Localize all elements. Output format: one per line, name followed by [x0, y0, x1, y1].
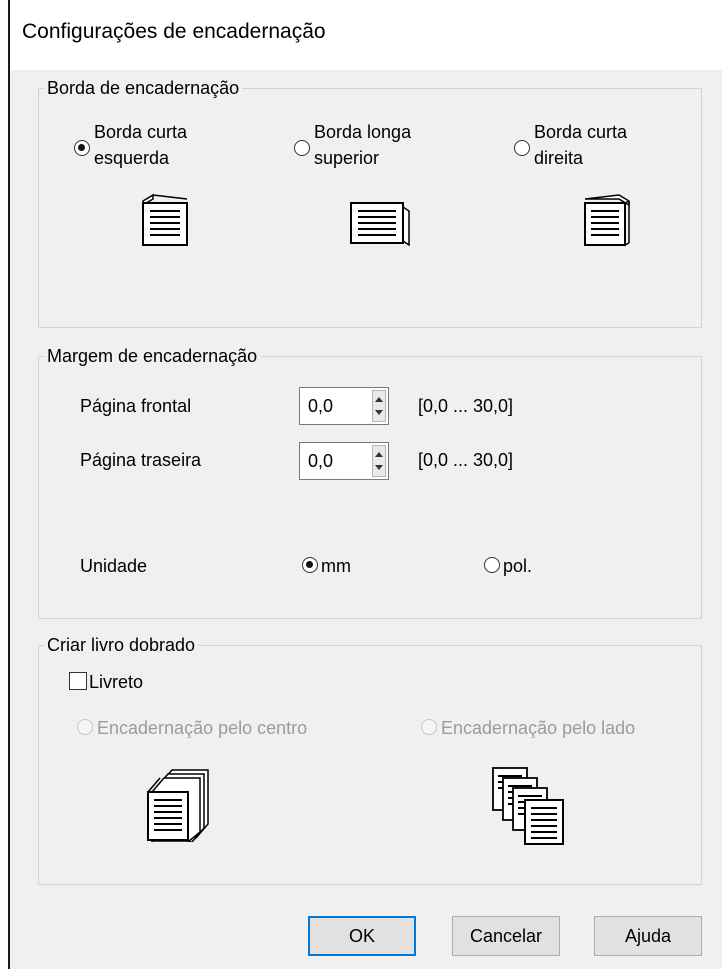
page-bound-left-icon: [139, 191, 191, 247]
binding-long-top-label-line2: superior: [314, 148, 380, 168]
binding-margin-legend: Margem de encadernação: [44, 344, 261, 368]
unit-inch-radio[interactable]: [484, 557, 500, 573]
unit-mm-radio[interactable]: [302, 557, 318, 573]
center-binding-label: Encadernação pelo centro: [97, 718, 308, 738]
binding-long-top-label-line1: Borda longa: [314, 122, 412, 142]
side-binding-radio[interactable]: [421, 719, 437, 735]
folded-booklet-group: Criar livro dobrado Livreto Encadernação…: [38, 633, 702, 885]
binding-edge-group: Borda de encadernação Borda curta esquer…: [38, 76, 702, 328]
back-page-spin-buttons[interactable]: [372, 445, 386, 477]
back-page-margin-value[interactable]: 0,0: [308, 451, 333, 472]
booklet-checkbox[interactable]: [69, 672, 87, 690]
binding-settings-dialog: Configurações de encadernação Borda de e…: [8, 0, 722, 969]
binding-short-right-label-line2: direita: [534, 148, 584, 168]
side-binding-booklet-icon: [489, 764, 573, 848]
unit-label: Unidade: [80, 556, 148, 576]
cancel-button[interactable]: Cancelar: [452, 916, 560, 956]
side-binding-label: Encadernação pelo lado: [441, 718, 636, 738]
folded-booklet-legend: Criar livro dobrado: [44, 633, 199, 657]
booklet-checkbox-option[interactable]: Livreto: [69, 668, 209, 694]
back-page-range: [0,0 ... 30,0]: [418, 450, 514, 470]
front-page-margin-stepper[interactable]: 0,0: [299, 387, 389, 425]
spin-down-icon[interactable]: [375, 410, 383, 415]
booklet-label: Livreto: [89, 672, 144, 692]
unit-inch-label: pol.: [503, 556, 533, 576]
unit-mm-option[interactable]: mm: [299, 549, 379, 579]
center-binding-option[interactable]: Encadernação pelo centro: [77, 714, 377, 742]
front-page-spin-buttons[interactable]: [372, 390, 386, 422]
back-page-label: Página traseira: [80, 450, 202, 470]
side-binding-option[interactable]: Encadernação pelo lado: [421, 714, 701, 742]
binding-long-top-radio[interactable]: [294, 140, 310, 156]
spin-up-icon[interactable]: [375, 452, 383, 457]
page-bound-right-icon: [581, 191, 633, 247]
center-binding-booklet-icon: [144, 766, 216, 842]
binding-short-left-label-line2: esquerda: [94, 148, 170, 168]
spin-up-icon[interactable]: [375, 397, 383, 402]
binding-short-right-option[interactable]: Borda curta direita: [509, 89, 699, 269]
binding-short-left-radio[interactable]: [74, 140, 90, 156]
center-binding-radio[interactable]: [77, 719, 93, 735]
dialog-title: Configurações de encadernação: [22, 20, 326, 43]
binding-short-right-radio[interactable]: [514, 140, 530, 156]
page-bound-top-icon: [349, 201, 413, 247]
binding-short-right-label-line1: Borda curta: [534, 122, 628, 142]
binding-long-top-option[interactable]: Borda longa superior: [289, 89, 499, 269]
help-button[interactable]: Ajuda: [594, 916, 702, 956]
binding-margin-group: Margem de encadernação Página frontal 0,…: [38, 344, 702, 619]
binding-short-left-label-line1: Borda curta: [94, 122, 188, 142]
front-page-range: [0,0 ... 30,0]: [418, 396, 514, 416]
front-page-label: Página frontal: [80, 396, 192, 416]
back-page-margin-stepper[interactable]: 0,0: [299, 442, 389, 480]
unit-mm-label: mm: [321, 556, 351, 576]
front-page-margin-value[interactable]: 0,0: [308, 396, 333, 417]
title-bar: Configurações de encadernação: [10, 0, 722, 70]
unit-inch-option[interactable]: pol.: [481, 549, 561, 579]
spin-down-icon[interactable]: [375, 465, 383, 470]
binding-short-left-option[interactable]: Borda curta esquerda: [39, 89, 259, 269]
ok-button[interactable]: OK: [308, 916, 416, 956]
